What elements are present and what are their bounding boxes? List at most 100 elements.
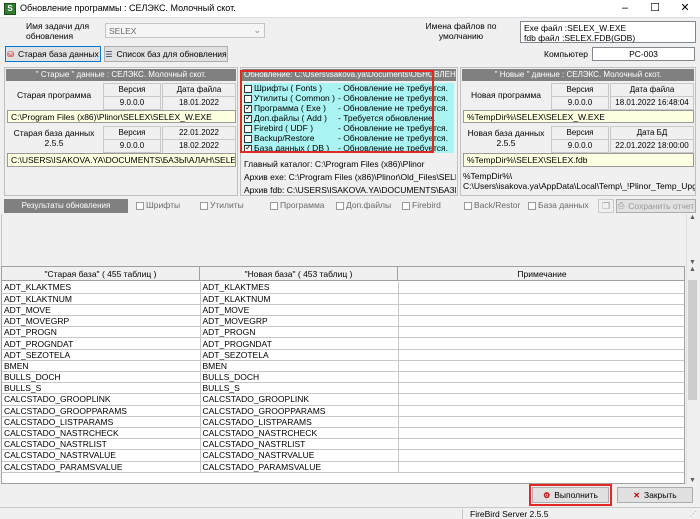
result-filter-checkbox[interactable]: База данных [528, 200, 589, 210]
table-row[interactable]: CALCSTADO_GROOPPARAMS CALCSTADO_GROOPPARA… [2, 405, 684, 417]
chevron-down-icon: ⌄ [253, 25, 261, 35]
fdb-file-line: fdb файл :SELEX.FDB(GDB) [524, 33, 636, 43]
table-row[interactable]: BULLS_S BULLS_S [2, 382, 684, 395]
scroll-up-icon[interactable]: ▲ [687, 214, 698, 221]
table-row[interactable]: ADT_KLAKTNUM ADT_KLAKTNUM [2, 293, 684, 305]
note-cell [398, 360, 684, 373]
old-table-name: CALCSTADO_GROOPLINK [2, 393, 201, 406]
new-table-name: CALCSTADO_NASTRCHECK [200, 427, 399, 440]
status-divider [462, 509, 463, 519]
table-row[interactable]: CALCSTADO_LISTPARAMS CALCSTADO_LISTPARAMS [2, 416, 684, 428]
result-filter-checkbox[interactable]: Шрифты [136, 200, 180, 210]
checkbox-icon[interactable] [200, 201, 208, 210]
old-db-version: 9.0.0.0 [103, 139, 161, 153]
task-name-label: Имя задачи для обновления [26, 21, 90, 41]
new-table-name: ADT_PROGNDAT [200, 337, 399, 350]
results-scrollbar[interactable]: ▲ ▼ [686, 214, 698, 266]
maximize-button[interactable]: ☐ [640, 0, 670, 18]
results-tab[interactable]: Результаты обновления [4, 199, 128, 213]
old-table-name: CALCSTADO_NASTRCHECK [2, 427, 201, 440]
result-filter-checkbox[interactable]: Back/Restor [464, 200, 520, 210]
old-table-name: BMEN [2, 360, 201, 373]
note-cell [398, 326, 684, 339]
col-note[interactable]: Примечание [398, 267, 684, 281]
checkbox-icon[interactable] [270, 201, 278, 210]
execute-button[interactable]: ⚙ Выполнить [532, 487, 609, 503]
tables-grid: "Старая база" ( 455 таблиц ) "Новая база… [1, 266, 685, 484]
exe-file-line: Exe файл :SELEX_W.EXE [524, 23, 627, 33]
old-version-header: Версия [103, 83, 161, 97]
checkbox-icon[interactable] [136, 201, 144, 210]
computer-value: PC-003 [592, 47, 695, 61]
new-version-header: Версия [551, 83, 609, 97]
table-row[interactable]: ADT_PROGNDAT ADT_PROGNDAT [2, 337, 684, 350]
copy-icon[interactable]: ❐ [598, 199, 614, 213]
new-db-date-header: Дата БД [610, 126, 694, 140]
old-program-version: 9.0.0.0 [103, 96, 161, 110]
note-cell [398, 461, 684, 473]
checkbox-icon[interactable] [528, 201, 536, 210]
update-items-highlight [240, 70, 434, 153]
table-row[interactable]: ADT_PROGN ADT_PROGN [2, 326, 684, 339]
exit-icon: ✕ [633, 490, 640, 500]
table-row[interactable]: CALCSTADO_NASTRCHECK CALCSTADO_NASTRCHECK [2, 427, 684, 440]
save-report-button[interactable]: ⎙ Сохранить отчет [616, 199, 696, 213]
grid-header: "Старая база" ( 455 таблиц ) "Новая база… [2, 267, 684, 281]
table-row[interactable]: ADT_MOVEGRP ADT_MOVEGRP [2, 315, 684, 328]
new-db-version: 9.0.0.0 [551, 139, 609, 153]
table-row[interactable]: ADT_SEZOTELA ADT_SEZOTELA [2, 349, 684, 361]
result-filter-checkbox[interactable]: Программа [270, 200, 325, 210]
note-cell [398, 382, 684, 395]
note-cell [398, 371, 684, 384]
new-db-label-box: Новая база данных 2.5.5 [467, 128, 545, 148]
table-row[interactable]: ADT_MOVE ADT_MOVE [2, 304, 684, 317]
default-files-label: Имена файлов по умолчанию [425, 21, 497, 41]
old-table-name: ADT_PROGNDAT [2, 337, 201, 350]
scroll-thumb[interactable] [688, 280, 697, 400]
checkbox-icon[interactable] [336, 201, 344, 210]
result-filter-checkbox[interactable]: Утилиты [200, 200, 244, 210]
table-row[interactable]: CALCSTADO_NASTRVALUE CALCSTADO_NASTRVALUE [2, 449, 684, 462]
result-filter-checkbox[interactable]: Firebird [402, 200, 441, 210]
table-row[interactable]: CALCSTADO_NASTRLIST CALCSTADO_NASTRLIST [2, 438, 684, 451]
new-table-name: ADT_KLAKTNUM [200, 293, 399, 305]
table-row[interactable]: CALCSTADO_PARAMSVALUE CALCSTADO_PARAMSVAL… [2, 461, 684, 473]
old-file-date-header: Дата файла [162, 83, 236, 97]
col-old-db[interactable]: "Старая база" ( 455 таблиц ) [2, 267, 200, 281]
old-db-label-box: Старая база данных 2.5.5 [13, 128, 95, 148]
old-table-name: ADT_PROGN [2, 326, 201, 339]
note-cell [398, 315, 684, 328]
checkbox-icon[interactable] [402, 201, 410, 210]
database-icon: ⛁ [7, 49, 14, 59]
table-row[interactable]: ADT_KLAKTMES ADT_KLAKTMES [2, 282, 684, 294]
col-new-db[interactable]: "Новая база" ( 453 таблиц ) [200, 267, 398, 281]
archive-fdb: Архив fdb: C:\USERS\ISAKOVA.YA\DOCUMENTS… [244, 185, 456, 195]
scroll-down-icon[interactable]: ▼ [687, 477, 698, 484]
archive-exe: Архив exe: C:\Program Files (x86)\Plinor… [244, 172, 456, 182]
minimize-button[interactable]: – [610, 0, 640, 18]
resize-grip-icon[interactable]: ⋰ [690, 510, 697, 518]
note-cell [398, 438, 684, 451]
result-filter-checkbox[interactable]: Доп.файлы [336, 200, 391, 210]
old-table-name: ADT_KLAKTMES [2, 282, 201, 294]
close-button[interactable]: ✕ Закрыть [617, 487, 693, 503]
scroll-down-icon[interactable]: ▼ [687, 259, 698, 266]
table-row[interactable]: BULLS_DOCH BULLS_DOCH [2, 371, 684, 384]
table-row[interactable]: CALCSTADO_GROOPLINK CALCSTADO_GROOPLINK [2, 393, 684, 406]
table-row[interactable]: BMEN BMEN [2, 360, 684, 373]
checkbox-icon[interactable] [464, 201, 472, 210]
main-catalog: Главный каталог: C:\Program Files (x86)\… [244, 159, 425, 169]
new-program-label: Новая программа [470, 90, 541, 100]
status-text: FireBird Server 2.5.5 [470, 509, 549, 519]
old-db-button[interactable]: ⛁ Старая база данных [5, 46, 101, 62]
db-list-button[interactable]: ☰ Список баз для обновления [104, 46, 228, 62]
close-window-button[interactable]: ✕ [670, 0, 700, 18]
new-table-name: BULLS_DOCH [200, 371, 399, 384]
tempdir-box: %TempDir%\ C:\Users\isakova.ya\AppData\L… [463, 171, 695, 191]
results-empty-area [1, 214, 685, 266]
scroll-up-icon[interactable]: ▲ [687, 266, 698, 273]
old-program-path: C:\Program Files (x86)\Plinor\SELEX\SELE… [7, 110, 236, 123]
task-name-select[interactable]: SELEX ⌄ [105, 23, 265, 38]
grid-scrollbar[interactable]: ▲ ▼ [686, 266, 698, 484]
note-cell [398, 337, 684, 350]
